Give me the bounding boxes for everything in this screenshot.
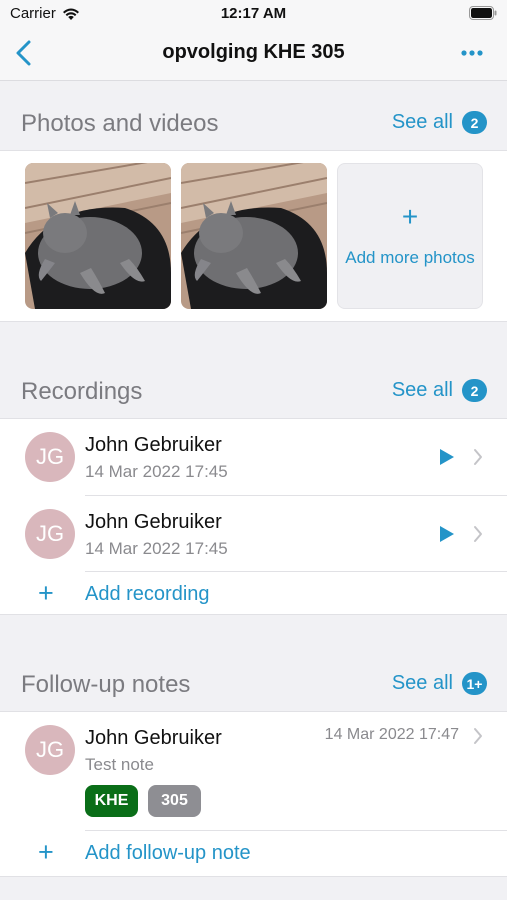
add-more-photos-label: Add more photos — [345, 248, 475, 267]
note-text: Test note — [85, 755, 154, 774]
recordings-section-header: Recordings See all 2 — [0, 373, 507, 413]
cat-photo-image — [181, 163, 327, 309]
plus-icon: + — [38, 837, 54, 867]
note-date: 14 Mar 2022 17:47 — [324, 726, 459, 743]
photos-section-header: Photos and videos See all 2 — [0, 105, 507, 145]
notes-see-all-button[interactable]: See all 1+ — [392, 672, 487, 695]
clock: 12:17 AM — [220, 5, 287, 22]
see-all-label: See all — [391, 672, 453, 694]
photos-section-title: Photos and videos — [21, 110, 219, 137]
recordings-section-title: Recordings — [21, 378, 143, 405]
play-icon[interactable] — [439, 448, 455, 466]
see-all-label: See all — [391, 111, 453, 133]
play-icon[interactable] — [439, 525, 455, 543]
battery-icon — [469, 6, 497, 20]
note-row[interactable]: JG John Gebruiker Test note 14 Mar 2022 … — [0, 712, 507, 830]
add-recording-button[interactable]: + Add recording — [0, 572, 507, 616]
recording-author: John Gebruiker — [85, 434, 222, 456]
add-more-photos-button[interactable]: + Add more photos — [337, 163, 483, 309]
recording-date: 14 Mar 2022 17:45 — [85, 539, 228, 558]
cat-photo-image — [25, 163, 171, 309]
recording-date: 14 Mar 2022 17:45 — [85, 462, 228, 481]
more-options-button[interactable] — [457, 40, 487, 66]
count-badge: 2 — [462, 111, 487, 134]
plus-icon: + — [401, 201, 419, 232]
add-follow-up-note-label: Add follow-up note — [85, 842, 251, 864]
more-icon — [461, 50, 483, 56]
recording-author: John Gebruiker — [85, 511, 222, 533]
recording-row[interactable]: JG John Gebruiker 14 Mar 2022 17:45 — [0, 496, 507, 572]
recordings-panel: JG John Gebruiker 14 Mar 2022 17:45 JG J… — [0, 418, 507, 615]
tag-khe: KHE — [85, 785, 138, 817]
see-all-label: See all — [391, 379, 453, 401]
count-badge: 2 — [462, 379, 487, 402]
chevron-right-icon — [474, 526, 482, 542]
note-author: John Gebruiker — [85, 727, 222, 749]
add-recording-label: Add recording — [85, 583, 210, 605]
plus-icon: + — [38, 578, 54, 608]
avatar: JG — [25, 725, 75, 775]
photo-thumbnail[interactable] — [25, 163, 171, 309]
recordings-see-all-button[interactable]: See all 2 — [392, 379, 487, 402]
tag-305: 305 — [148, 785, 201, 817]
recording-row[interactable]: JG John Gebruiker 14 Mar 2022 17:45 — [0, 419, 507, 495]
notes-section-header: Follow-up notes See all 1+ — [0, 666, 507, 706]
navigation-bar: opvolging KHE 305 — [0, 28, 507, 81]
count-badge: 1+ — [462, 672, 487, 695]
avatar: JG — [25, 432, 75, 482]
photos-see-all-button[interactable]: See all 2 — [392, 111, 487, 134]
status-bar: Carrier 12:17 AM — [0, 0, 507, 28]
chevron-right-icon — [474, 728, 482, 744]
avatar: JG — [25, 509, 75, 559]
note-tags: KHE 305 — [85, 785, 285, 819]
page-title: opvolging KHE 305 — [162, 41, 345, 63]
notes-section-title: Follow-up notes — [21, 671, 191, 698]
photo-thumbnail[interactable] — [181, 163, 327, 309]
chevron-right-icon — [474, 449, 482, 465]
add-follow-up-note-button[interactable]: + Add follow-up note — [0, 831, 507, 875]
photos-panel: + Add more photos — [0, 150, 507, 322]
notes-panel: JG John Gebruiker Test note 14 Mar 2022 … — [0, 711, 507, 877]
